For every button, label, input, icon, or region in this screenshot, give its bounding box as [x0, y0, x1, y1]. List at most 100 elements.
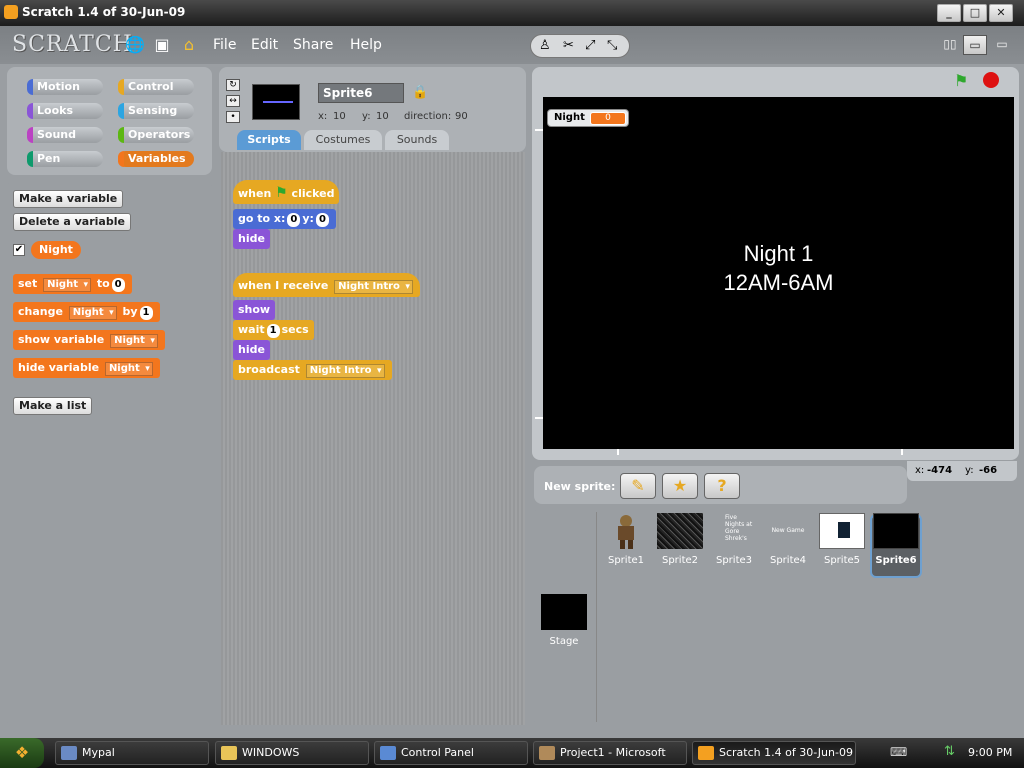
broadcast-message-dropdown[interactable]: Night Intro: [305, 364, 385, 378]
when-i-receive-block[interactable]: when I receive Night Intro: [233, 273, 420, 297]
choose-sprite-from-file-icon[interactable]: ★: [662, 473, 698, 499]
normal-stage-icon[interactable]: ▭: [963, 35, 987, 55]
when-flag-clicked-block[interactable]: when ⚑ clicked: [233, 180, 340, 204]
category-sound[interactable]: Sound: [27, 127, 103, 143]
broadcast-label: broadcast: [238, 363, 300, 376]
taskbar-item-project1[interactable]: Project1 - Microsoft Vi...: [533, 741, 687, 765]
scratch-cat-icon: [698, 746, 714, 760]
network-icon[interactable]: ⇅: [944, 744, 955, 759]
sprite6-label: Sprite6: [875, 555, 917, 566]
save-icon[interactable]: ▣: [152, 35, 172, 55]
tab-costumes[interactable]: Costumes: [304, 130, 382, 150]
go-to-y-input[interactable]: 0: [315, 213, 329, 227]
go-to-label: go to x:: [238, 212, 286, 225]
stop-button[interactable]: [983, 72, 999, 88]
receive-message-dropdown[interactable]: Night Intro: [334, 280, 413, 294]
tab-sounds[interactable]: Sounds: [385, 130, 449, 150]
taskbar-item-control-panel[interactable]: Control Panel: [374, 741, 528, 765]
block-palette: [7, 180, 212, 728]
shrink-icon[interactable]: ⤡: [607, 38, 617, 53]
broadcast-block[interactable]: broadcast Night Intro: [233, 360, 392, 380]
menu-help[interactable]: Help: [350, 37, 382, 53]
stage-label: Stage: [549, 636, 579, 647]
hide-block-2[interactable]: hide: [233, 340, 270, 360]
category-control[interactable]: Control: [118, 79, 194, 95]
taskbar-item-label: Project1 - Microsoft Vi...: [560, 746, 666, 759]
sprite-y-label: y:: [362, 111, 371, 122]
mouse-x-label: x:: [915, 465, 925, 476]
change-value-input[interactable]: 1: [139, 306, 153, 320]
delete-icon[interactable]: ✂: [563, 38, 574, 53]
minimize-button[interactable]: _: [937, 4, 961, 22]
go-to-x-input[interactable]: 0: [287, 213, 301, 227]
keyboard-icon[interactable]: ⌨: [890, 745, 907, 759]
menu-file[interactable]: File: [213, 37, 236, 53]
category-looks[interactable]: Looks: [27, 103, 103, 119]
menu-share[interactable]: Share: [293, 37, 333, 53]
category-motion[interactable]: Motion: [27, 79, 103, 95]
category-pen[interactable]: Pen: [27, 151, 103, 167]
hide-block[interactable]: hide: [233, 229, 270, 249]
close-button[interactable]: ✕: [989, 4, 1013, 22]
wait-input[interactable]: 1: [266, 324, 280, 338]
surprise-sprite-icon[interactable]: ?: [704, 473, 740, 499]
category-operators[interactable]: Operators: [118, 127, 194, 143]
show-block[interactable]: show: [233, 300, 276, 320]
stage-item[interactable]: Stage: [537, 594, 591, 647]
duplicate-icon[interactable]: ♙: [539, 38, 551, 53]
taskbar-item-mypal[interactable]: Mypal: [55, 741, 209, 765]
sprite-item-6[interactable]: Sprite6: [869, 513, 923, 566]
maximize-button[interactable]: □: [963, 4, 987, 22]
night-variable-reporter[interactable]: Night: [31, 241, 81, 259]
hide-variable-label: hide variable: [18, 361, 100, 374]
sprite-item-1[interactable]: Sprite1: [599, 513, 653, 566]
green-flag-icon: ⚑: [275, 185, 288, 201]
small-stage-icon[interactable]: ▯▯: [938, 35, 962, 55]
sprite-item-2[interactable]: Sprite2: [653, 513, 707, 566]
set-variable-block[interactable]: set Night to0: [13, 274, 132, 294]
lock-icon[interactable]: 🔒: [412, 85, 428, 100]
new-sprite-label: New sprite:: [544, 480, 616, 493]
make-list-button[interactable]: Make a list: [13, 397, 93, 415]
taskbar-item-windows[interactable]: WINDOWS: [215, 741, 369, 765]
paint-new-sprite-icon[interactable]: ✎: [620, 473, 656, 499]
flip-style-icon[interactable]: ↔: [226, 95, 240, 107]
change-variable-dropdown[interactable]: Night: [68, 306, 117, 320]
night-variable-monitor[interactable]: Night 0: [547, 109, 629, 127]
taskbar-item-label: WINDOWS: [242, 746, 300, 759]
hide-variable-block[interactable]: hide variable Night: [13, 358, 160, 378]
taskbar-item-scratch[interactable]: Scratch 1.4 of 30-Jun-09: [692, 741, 856, 765]
no-rotate-icon[interactable]: •: [226, 111, 240, 123]
sprite-item-5[interactable]: Sprite5: [815, 513, 869, 566]
globe-icon[interactable]: 🌐: [125, 35, 145, 55]
show-variable-block[interactable]: show variable Night: [13, 330, 165, 350]
presentation-mode-icon[interactable]: ▭: [990, 35, 1014, 55]
category-variables[interactable]: Variables: [118, 151, 194, 167]
menu-edit[interactable]: Edit: [251, 37, 278, 53]
rotate-style-icon[interactable]: ↻: [226, 79, 240, 91]
wait-secs-block[interactable]: wait 1 secs: [233, 320, 314, 340]
set-value-input[interactable]: 0: [111, 278, 125, 292]
hide-variable-dropdown[interactable]: Night: [104, 362, 153, 376]
tab-scripts[interactable]: Scripts: [237, 130, 301, 150]
change-variable-block[interactable]: change Night by1: [13, 302, 160, 322]
sprite-item-4[interactable]: New Game Sprite4: [761, 513, 815, 566]
delete-variable-button[interactable]: Delete a variable: [13, 213, 131, 231]
control-panel-icon: [380, 746, 396, 760]
show-variable-dropdown[interactable]: Night: [110, 334, 158, 348]
sprite-name-field[interactable]: Sprite6: [318, 83, 404, 103]
title-bar: Scratch 1.4 of 30-Jun-09 _ □ ✕: [0, 0, 1024, 26]
stage-text-line-1: Night 1: [743, 241, 814, 266]
category-sensing[interactable]: Sensing: [118, 103, 194, 119]
sprite4-thumbnail: New Game: [771, 527, 805, 534]
make-variable-button[interactable]: Make a variable: [13, 190, 124, 208]
go-to-xy-block[interactable]: go to x: 0 y: 0: [233, 209, 336, 229]
night-variable-checkbox[interactable]: ✔: [13, 244, 25, 256]
set-variable-dropdown[interactable]: Night: [43, 278, 91, 292]
green-flag-button[interactable]: ⚑: [954, 71, 968, 90]
start-button[interactable]: ❖: [0, 738, 44, 768]
sprite-item-3[interactable]: Five Nights at Gore Shrek's Sprite3: [707, 513, 761, 566]
grow-icon[interactable]: ⤢: [585, 38, 595, 53]
share-home-icon[interactable]: ⌂: [179, 35, 199, 55]
stage[interactable]: Night 0 Night 1 12AM-6AM: [535, 97, 1014, 455]
